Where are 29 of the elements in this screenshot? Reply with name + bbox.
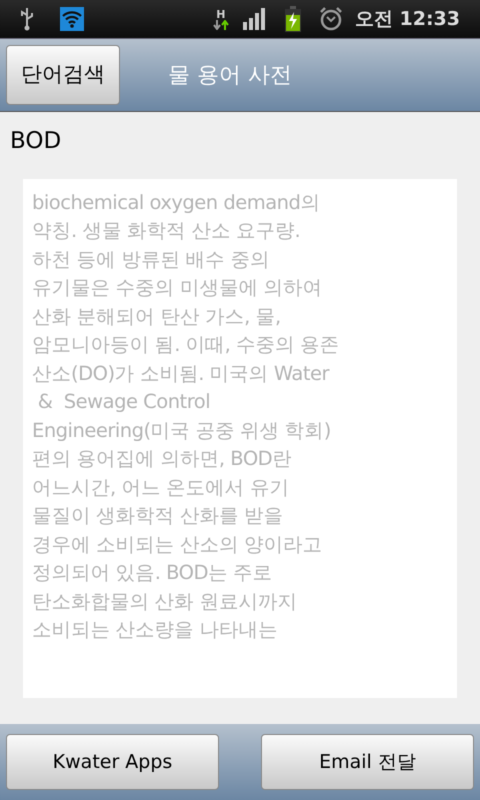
definition-text-line: 편의 용어집에 의하면, BOD란 [32,446,292,472]
term-heading: BOD [10,128,62,154]
bottom-button[interactable]: Kwater Apps [6,734,219,790]
definition-text-line: Engineering(미국 공중 위생 학회) [32,418,331,444]
definition-text-line: 암모니아등이 됨. 이때, 수중의 용존 [32,332,340,358]
definition-text-line: 산화 분해되어 탄산 가스, 물, [32,304,281,330]
clock-time: 오전 12:33 [354,6,460,32]
bottom-button[interactable]: Email 전달 [261,734,474,790]
word-search-button[interactable]: 단어검색 [6,45,120,105]
alarm-clock-icon [318,7,343,31]
definition-text-line: 유기물은 수중의 미생물에 의하여 [32,275,322,301]
definition-text-line: 물질이 생화학적 산화를 받을 [32,503,284,529]
app-title: 물 용어 사전 [168,62,292,90]
definition-text-line: & Sewage Control [36,389,210,415]
battery-charging-icon [284,6,301,32]
definition-text-line: 약칭. 생물 화학적 산소 요구량. [32,218,300,244]
usb-icon [20,7,34,31]
wifi-icon [60,7,84,31]
definition-text-line: 소비되는 산소량을 나타내는 [32,617,278,643]
definition-text-line: 산소(DO)가 소비됨. 미국의 Water [32,360,330,386]
network-type-label: H [216,8,226,20]
data-arrows-icon [212,20,229,30]
definition-text-line: 경우에 소비되는 산소의 양이라고 [32,532,322,558]
definition-text-line: 탄소화합물의 산화 원료시까지 [32,588,297,614]
definition-text-line: 정의되어 있음. BOD는 주로 [32,560,272,586]
signal-icon [242,8,267,30]
definition-text-line: biochemical oxygen demand의 [32,190,320,216]
definition-text-line: 하천 등에 방류된 배수 중의 [32,246,270,272]
definition-text-line: 어느시간, 어느 온도에서 유기 [32,474,289,500]
